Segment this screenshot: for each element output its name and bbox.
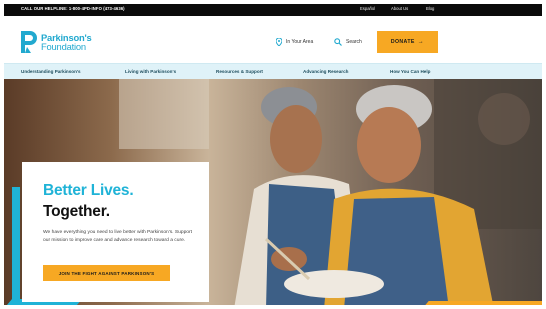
nav-item-how-you-can-help[interactable]: How You Can Help	[390, 69, 430, 74]
blog-link[interactable]: Blog	[426, 6, 434, 11]
hero-headline-line1: Better Lives.	[43, 182, 134, 199]
location-pin-icon	[276, 38, 282, 46]
in-your-area-label: In Your Area	[286, 39, 314, 45]
about-us-link[interactable]: About Us	[391, 6, 408, 11]
arrow-right-icon: →	[417, 39, 425, 45]
nav-item-resources-support[interactable]: Resources & Support	[216, 69, 263, 74]
hero-card: Better Lives. Together. We have everythi…	[22, 162, 209, 302]
nav-item-understanding-parkinsons[interactable]: Understanding Parkinson's	[21, 69, 81, 74]
nav-item-advancing-research[interactable]: Advancing Research	[303, 69, 348, 74]
donate-button[interactable]: DONATE →	[377, 31, 438, 53]
logo-text-foundation: Foundation	[41, 41, 86, 52]
helpline-link[interactable]: CALL OUR HELPLINE: 1-800-4PD-INFO (473-4…	[21, 6, 125, 11]
hero-banner: Better Lives. Together. We have everythi…	[4, 79, 542, 309]
in-your-area-link[interactable]: In Your Area	[276, 38, 313, 46]
page-frame: CALL OUR HELPLINE: 1-800-4PD-INFO (473-4…	[4, 4, 542, 309]
site-logo[interactable]: Parkinson's Foundation	[21, 31, 92, 53]
utility-bar: CALL OUR HELPLINE: 1-800-4PD-INFO (473-4…	[4, 4, 542, 16]
search-icon	[334, 38, 342, 46]
search-label: Search	[346, 39, 362, 45]
language-link-espanol[interactable]: Español	[360, 6, 375, 11]
decorative-blue-bar	[12, 187, 20, 305]
join-the-fight-button[interactable]: JOIN THE FIGHT AGAINST PARKINSON'S	[43, 265, 170, 281]
hero-body-text: We have everything you need to live bett…	[43, 230, 193, 244]
logo-icon	[21, 31, 37, 53]
hero-headline-line2: Together.	[43, 203, 110, 220]
nav-item-living-with-parkinsons[interactable]: Living with Parkinson's	[125, 69, 176, 74]
site-header: Parkinson's Foundation In Your Area Sear…	[4, 16, 542, 63]
donate-label: DONATE	[390, 39, 415, 45]
page-bottom-strip	[4, 305, 542, 309]
main-nav: Understanding Parkinson's Living with Pa…	[4, 63, 542, 79]
search-button[interactable]: Search	[334, 38, 362, 46]
